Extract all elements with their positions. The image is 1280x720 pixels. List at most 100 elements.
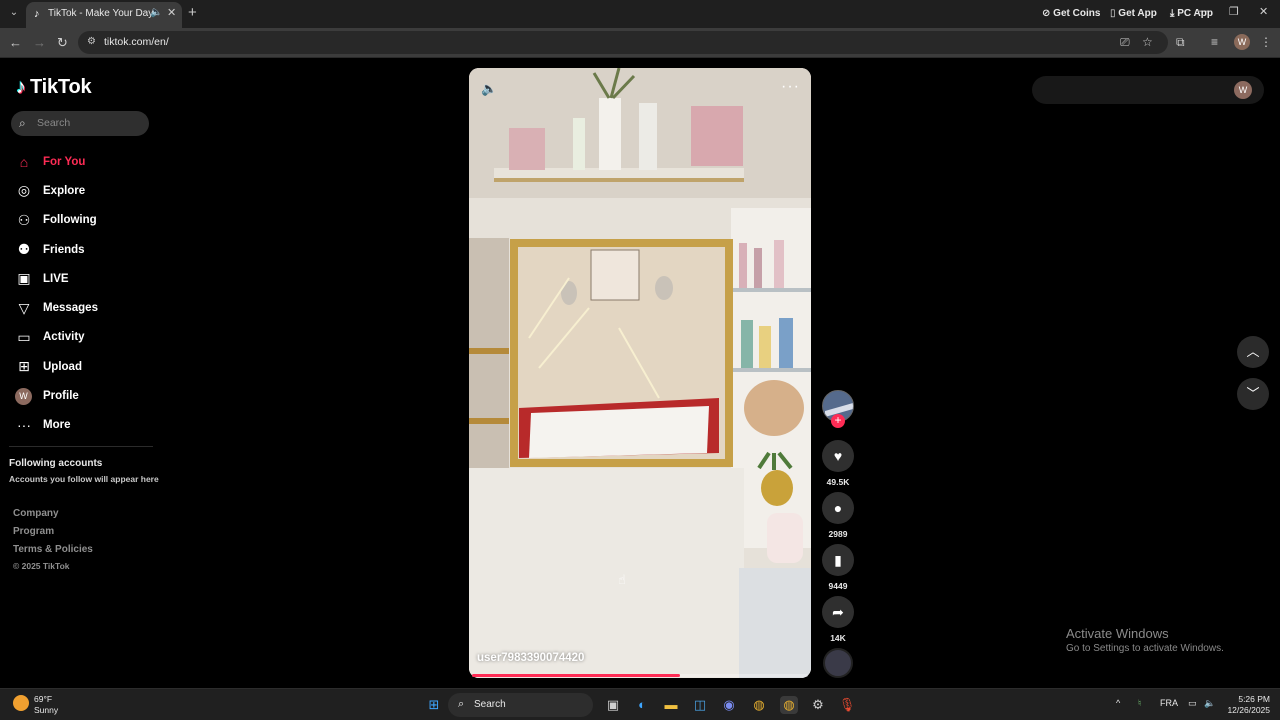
sidebar-item-label: More [43, 419, 71, 432]
save-button[interactable]: ▮ [822, 544, 854, 576]
extensions-icon[interactable]: ⧉ [1176, 35, 1185, 50]
chrome-icon[interactable]: ◍ [750, 696, 768, 714]
tray-overflow-icon[interactable]: ^ [1116, 698, 1120, 708]
browser-menu-icon[interactable]: ⋮ [1260, 35, 1272, 49]
network-icon[interactable]: ▭ [1188, 698, 1197, 709]
heart-icon: ♥ [833, 448, 843, 464]
phone-icon: ▯ [1110, 8, 1116, 19]
bookmark-star-icon[interactable]: ☆ [1142, 35, 1153, 49]
hand-cursor-icon: ☝ [618, 572, 626, 587]
sidebar-item-profile[interactable]: W Profile [0, 381, 160, 410]
share-count: 14K [830, 633, 846, 643]
forward-icon[interactable]: → [33, 35, 46, 50]
sidebar-item-live[interactable]: ▣ LIVE [0, 264, 160, 293]
sidebar-item-label: Activity [43, 331, 85, 344]
site-info-icon[interactable]: ⚙ [87, 36, 96, 47]
friends-icon: ⚉ [17, 241, 31, 258]
media-control-icon[interactable]: ≡ [1211, 35, 1218, 49]
footer-link-program[interactable]: Program [13, 525, 93, 543]
weather-temperature[interactable]: 69°F [34, 694, 52, 704]
clock-date: 12/26/2025 [1227, 705, 1270, 715]
comment-button[interactable]: ● [822, 492, 854, 524]
comment-icon: ● [833, 500, 843, 516]
tab-audio-icon[interactable]: 🔈 [150, 7, 162, 18]
copyright: © 2025 TikTok [13, 561, 70, 571]
reload-icon[interactable]: ↻ [57, 35, 68, 51]
task-view-icon[interactable]: ▣ [604, 696, 622, 714]
language-indicator[interactable]: FRA [1160, 698, 1178, 708]
user-avatar[interactable]: W [1234, 81, 1252, 99]
following-accounts-title: Following accounts [9, 458, 103, 469]
sidebar-item-label: Messages [43, 302, 98, 315]
sidebar-item-label: Profile [43, 390, 79, 403]
sidebar-item-upload[interactable]: ⊞ Upload [0, 352, 160, 381]
discord-icon[interactable]: ◉ [720, 696, 738, 714]
tiktok-favicon-icon: ♪ [34, 8, 40, 20]
like-button[interactable]: ♥ [822, 440, 854, 472]
footer-link-company[interactable]: Company [13, 507, 93, 525]
get-coins-button[interactable]: ⊘ Get Coins [1042, 8, 1100, 19]
more-icon: ··· [17, 417, 31, 434]
volume-icon[interactable]: 🔈 [481, 81, 497, 97]
back-icon[interactable]: ← [9, 35, 22, 50]
window-close-icon[interactable]: ✕ [1259, 5, 1268, 18]
tab-close-icon[interactable]: ✕ [167, 6, 176, 19]
share-icon: ➦ [832, 604, 844, 620]
install-app-icon[interactable]: ⎚ [1120, 35, 1130, 50]
taskbar-clock[interactable]: 5:26 PM 12/26/2025 [1226, 694, 1270, 716]
activity-icon: ▭ [17, 328, 31, 345]
restore-icon[interactable]: ❐ [1229, 5, 1239, 18]
bookmark-icon: ▮ [834, 552, 842, 568]
previous-video-button[interactable]: ︿ [1237, 336, 1269, 368]
tab-title: TikTok - Make Your Day [48, 8, 154, 19]
footer-link-terms[interactable]: Terms & Policies [13, 543, 93, 561]
edge-icon[interactable]: ◐ [633, 696, 651, 714]
video-progress-bar[interactable] [472, 674, 808, 677]
speaker-icon[interactable]: 🔈 [1204, 698, 1215, 709]
get-app-label: Get App [1118, 8, 1157, 19]
search-input[interactable]: ⌕ Search [11, 111, 149, 136]
music-disc-icon[interactable] [823, 648, 853, 678]
upload-icon: ⊞ [18, 358, 30, 375]
follow-plus-icon[interactable]: + [831, 414, 845, 428]
share-button[interactable]: ➦ [822, 596, 854, 628]
weather-sun-icon[interactable] [13, 695, 29, 711]
comment-count: 2989 [828, 529, 848, 539]
sidebar-item-following[interactable]: ⚇ Following [0, 206, 160, 235]
get-coins-label: Get Coins [1053, 8, 1101, 19]
browser-tab[interactable]: ♪ TikTok - Make Your Day 🔈 ✕ [26, 2, 182, 28]
store-icon[interactable]: ◫ [691, 696, 709, 714]
sidebar-item-messages[interactable]: ▽ Messages [0, 293, 160, 322]
next-video-button[interactable]: ﹀ [1237, 378, 1269, 410]
new-tab-icon[interactable]: + [188, 4, 197, 21]
sidebar-item-friends[interactable]: ⚉ Friends [0, 235, 160, 264]
sidebar-nav: ⌂ For You ◎ Explore ⚇ Following ⚉ Friend… [0, 147, 160, 440]
file-explorer-icon[interactable]: ▬ [662, 696, 680, 714]
download-icon: ⤓ [1170, 8, 1175, 19]
sidebar-item-label: Friends [43, 243, 85, 256]
watermark-title: Activate Windows [1066, 626, 1169, 641]
windows-start-icon[interactable]: ⊞ [425, 696, 443, 714]
microphone-app-icon[interactable]: 🎙 [838, 696, 856, 714]
app-icon[interactable]: ⚙ [809, 696, 827, 714]
video-more-options-icon[interactable]: ··· [781, 78, 800, 96]
tab-search-icon[interactable]: ⌄ [6, 5, 22, 21]
sidebar-item-more[interactable]: ··· More [0, 411, 160, 440]
taskbar-search[interactable]: ⌕ Search [448, 693, 593, 717]
weather-description[interactable]: Sunny [34, 705, 58, 715]
sidebar-item-for-you[interactable]: ⌂ For You [0, 147, 160, 176]
clock-time: 5:26 PM [1238, 694, 1270, 704]
save-count: 9449 [828, 581, 848, 591]
get-app-button[interactable]: ▯ Get App [1110, 8, 1157, 19]
chrome-profile-icon[interactable]: ◍ [780, 696, 798, 714]
tiktok-logo[interactable]: ♪ TikTok [16, 76, 92, 99]
mic-tray-icon[interactable]: ♮ [1138, 698, 1141, 709]
address-bar[interactable]: ⚙ tiktok.com/en/ [78, 31, 1168, 54]
video-player[interactable] [469, 68, 811, 678]
browser-profile-avatar[interactable]: W [1234, 34, 1250, 50]
sidebar-item-activity[interactable]: ▭ Activity [0, 323, 160, 352]
sidebar-item-explore[interactable]: ◎ Explore [0, 176, 160, 205]
like-count: 49.5K [826, 477, 850, 487]
video-username[interactable]: user7983390074420 [477, 652, 584, 664]
pc-app-button[interactable]: ⤓ PC App [1170, 8, 1213, 19]
